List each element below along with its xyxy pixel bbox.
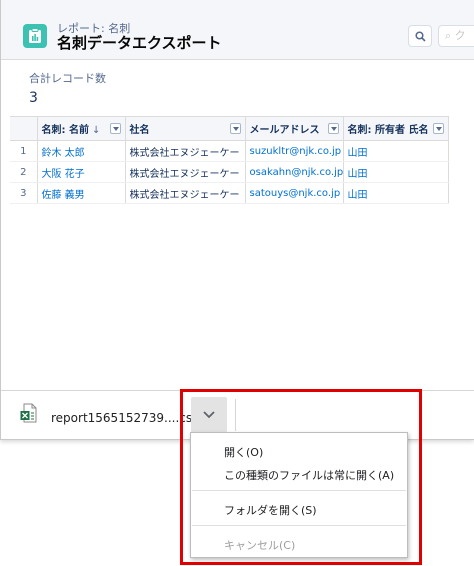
- column-label: 社名: [129, 125, 150, 136]
- row-number-header: [10, 116, 38, 141]
- company-cell: 株式会社エヌジェーケー: [125, 140, 246, 162]
- menu-item-show-in-folder[interactable]: フォルダを開く(S): [224, 502, 317, 518]
- column-menu-icon[interactable]: [109, 123, 121, 134]
- search-icon: [415, 31, 426, 42]
- header-action-button[interactable]: ⌕ ク: [438, 25, 474, 47]
- download-file-name[interactable]: report1565152739....csv: [51, 411, 199, 425]
- column-menu-icon[interactable]: [432, 123, 444, 134]
- column-header-email[interactable]: メールアドレス: [245, 116, 344, 141]
- column-label: メールアドレス: [249, 125, 320, 136]
- email-link[interactable]: osakahn@njk.co.jp: [245, 161, 344, 183]
- table-row: 2 大阪 花子 株式会社エヌジェーケー osakahn@njk.co.jp 山田: [10, 161, 449, 183]
- row-number: 2: [10, 161, 38, 183]
- chevron-down-icon: [203, 411, 215, 419]
- menu-item-open[interactable]: 開く(O): [224, 444, 263, 460]
- column-header-company[interactable]: 社名: [125, 116, 246, 141]
- company-cell: 株式会社エヌジェーケー: [125, 161, 246, 183]
- email-link[interactable]: suzukltr@njk.co.jp: [245, 140, 344, 162]
- record-count-value: 3: [29, 90, 38, 106]
- column-header-owner[interactable]: 名刺: 所有者 氏名: [343, 116, 449, 141]
- column-label: 名刺: 名前: [41, 125, 89, 136]
- report-app-icon: [23, 24, 47, 48]
- clipboard-icon: [29, 28, 41, 43]
- search-button[interactable]: [408, 25, 432, 47]
- menu-item-cancel[interactable]: キャンセル(C): [224, 537, 295, 553]
- company-cell: 株式会社エヌジェーケー: [125, 182, 246, 204]
- column-label: 名刺: 所有者 氏名: [347, 125, 429, 136]
- menu-divider: [192, 490, 406, 491]
- download-bar-separator: [235, 399, 236, 431]
- contact-name-link[interactable]: 鈴木 太郎: [37, 140, 126, 162]
- header-action-label: ク: [454, 29, 466, 42]
- column-menu-icon[interactable]: [327, 123, 339, 134]
- row-number: 1: [10, 140, 38, 162]
- download-item[interactable]: [20, 403, 38, 423]
- email-link[interactable]: satouys@njk.co.jp: [245, 182, 344, 204]
- download-context-menu: 開く(O) この種類のファイルは常に開く(A) フォルダを開く(S) キャンセル…: [190, 432, 408, 558]
- menu-item-always-open[interactable]: この種類のファイルは常に開く(A): [224, 467, 394, 483]
- sort-descending-icon[interactable]: ↓: [92, 125, 100, 136]
- column-header-name[interactable]: 名刺: 名前 ↓: [37, 116, 126, 141]
- download-bar: report1565152739....csv: [1, 390, 474, 438]
- contact-name-link[interactable]: 大阪 花子: [37, 161, 126, 183]
- owner-link[interactable]: 山田: [343, 161, 449, 183]
- table-header-row: 名刺: 名前 ↓ 社名 メールアドレス 名刺: 所有者 氏名: [10, 116, 449, 141]
- record-count-label: 合計レコード数: [29, 72, 106, 85]
- table-row: 3 佐藤 義男 株式会社エヌジェーケー satouys@njk.co.jp 山田: [10, 182, 449, 204]
- menu-divider: [192, 525, 406, 526]
- report-window: レポート: 名刺 名刺データエクスポート ⌕ ク 合計レコード数 3 名刺: 名…: [0, 0, 474, 440]
- row-number: 3: [10, 182, 38, 204]
- report-header: レポート: 名刺 名刺データエクスポート ⌕ ク: [1, 0, 474, 60]
- excel-csv-file-icon: [20, 403, 37, 423]
- owner-link[interactable]: 山田: [343, 182, 449, 204]
- column-menu-icon[interactable]: [229, 123, 241, 134]
- contact-name-link[interactable]: 佐藤 義男: [37, 182, 126, 204]
- search-icon: ⌕: [445, 29, 452, 42]
- owner-link[interactable]: 山田: [343, 140, 449, 162]
- table-row: 1 鈴木 太郎 株式会社エヌジェーケー suzukltr@njk.co.jp 山…: [10, 140, 449, 162]
- download-options-button[interactable]: [191, 397, 227, 433]
- page-title: 名刺データエクスポート: [57, 34, 222, 52]
- report-table: 名刺: 名前 ↓ 社名 メールアドレス 名刺: 所有者 氏名 1 鈴木 太郎 株…: [10, 116, 449, 204]
